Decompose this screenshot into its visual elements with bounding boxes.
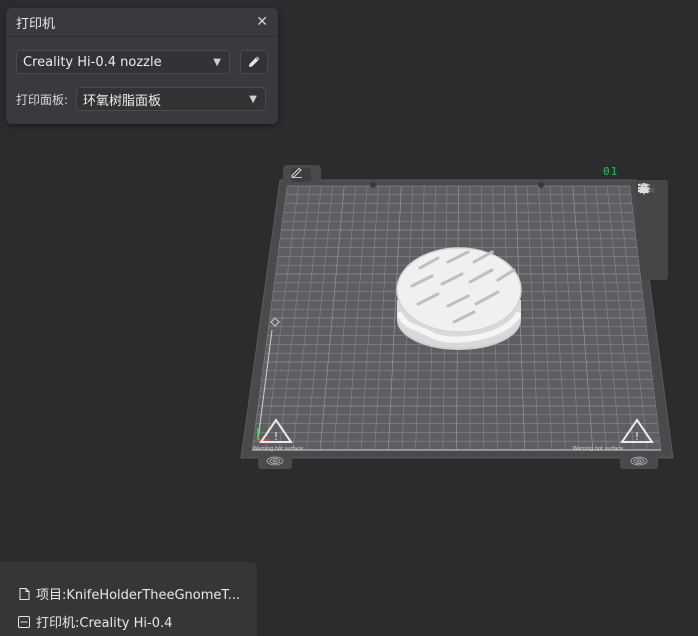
plate-arrange-button[interactable] [638, 184, 662, 218]
plate-settings-button[interactable] [638, 183, 662, 275]
gear-icon [638, 183, 650, 195]
plate-edit-button[interactable] [291, 168, 311, 182]
printer-panel: 打印机 ✕ Creality Hi-0.4 nozzle ▼ 打印面板: 环氧树… [6, 8, 278, 124]
close-icon[interactable]: ✕ [256, 15, 268, 29]
project-info: 项目:KnifeHolderTheeGnomeT... [18, 584, 240, 603]
plate-close-button[interactable]: ✕ [642, 183, 662, 199]
warning-icon-left: ! [259, 418, 293, 443]
plate-lock-button[interactable] [640, 183, 662, 256]
chevron-down-icon: ▼ [213, 56, 221, 68]
pencil-icon [249, 56, 260, 67]
plate-type-select[interactable]: 环氧树脂面板 ▼ [76, 87, 266, 111]
print-surface [252, 186, 661, 450]
plate-type-label: 打印面板: [16, 92, 69, 107]
plate-type-value: 环氧树脂面板 [83, 93, 162, 109]
plate-number: 01 [603, 165, 619, 178]
warning-text-left: Warning hot surface [253, 446, 303, 452]
printer-icon [18, 615, 30, 628]
plate-toolbar: ✕ [638, 183, 666, 278]
model-disc[interactable] [396, 247, 522, 350]
printer-select-value: Creality Hi-0.4 nozzle [23, 54, 162, 70]
pencil-icon [291, 168, 302, 178]
plate-grid [252, 186, 661, 450]
warning-icon-right: ! [620, 418, 654, 443]
lock-icon [640, 183, 648, 193]
chevron-down-icon: ▼ [249, 93, 257, 105]
printer-panel-title: 打印机 [16, 16, 56, 32]
edit-printer-button[interactable] [240, 50, 268, 74]
project-label: 项目:KnifeHolderTheeGnomeT... [36, 588, 241, 603]
printer-panel-header: 打印机 ✕ [6, 8, 278, 37]
close-icon: ✕ [647, 185, 657, 197]
info-panel: 项目:KnifeHolderTheeGnomeT... 打印机:Creality… [0, 562, 257, 636]
bed-frame [240, 179, 674, 459]
list-icon [638, 184, 650, 192]
svg-text:!: ! [635, 430, 639, 443]
warning-text-right: Warning hot surface [573, 446, 623, 452]
orient-icon [639, 183, 649, 193]
file-icon [18, 587, 30, 600]
svg-text:!: ! [274, 430, 278, 443]
fingerprint-icon-right [630, 456, 648, 466]
printer-label: 打印机:Creality Hi-0.4 [36, 616, 173, 631]
printer-info: 打印机:Creality Hi-0.4 [18, 612, 172, 631]
plate-orient-button[interactable] [639, 183, 662, 237]
fingerprint-icon-left [266, 456, 284, 466]
printer-select[interactable]: Creality Hi-0.4 nozzle ▼ [16, 50, 230, 74]
